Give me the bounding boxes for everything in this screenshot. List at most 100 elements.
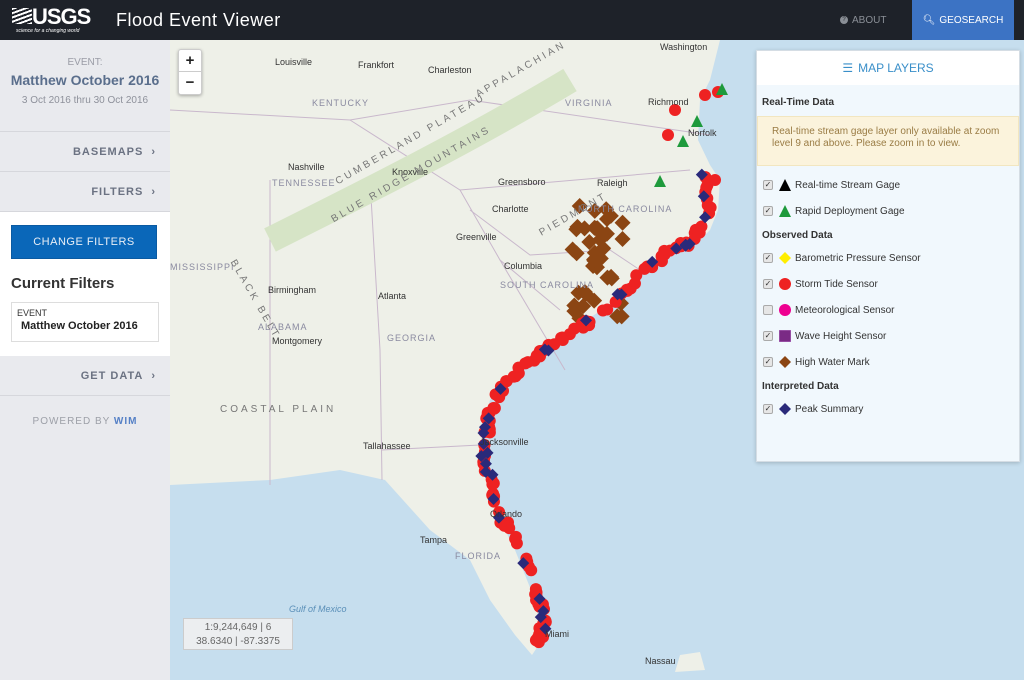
layer-label: Wave Height Sensor	[795, 330, 887, 342]
event-label: EVENT:	[67, 57, 103, 68]
usgs-logo[interactable]: USGS science for a changing world	[8, 0, 98, 40]
diamond-symbol-icon	[779, 403, 791, 415]
storm-tide-sensor-marker[interactable]	[662, 129, 674, 141]
layer-item-high-water-mark[interactable]: ✓ High Water Mark	[757, 349, 1019, 375]
map-label: Nashville	[288, 162, 325, 172]
sidebar: EVENT: Matthew October 2016 3 Oct 2016 t…	[0, 40, 170, 680]
map-layers-title: MAP LAYERS	[858, 61, 934, 75]
zoom-in-button[interactable]: +	[179, 50, 201, 72]
storm-tide-sensor-marker[interactable]	[709, 174, 721, 186]
map-label: Raleigh	[597, 178, 628, 188]
storm-tide-sensor-marker[interactable]	[531, 632, 544, 645]
map-label: Greensboro	[498, 177, 546, 187]
layer-checkbox[interactable]: ✓	[763, 180, 773, 190]
layer-item-storm-tide-sensor[interactable]: ✓ Storm Tide Sensor	[757, 271, 1019, 297]
layer-checkbox[interactable]: ✓	[763, 253, 773, 263]
map-label: Richmond	[648, 97, 689, 107]
circle-symbol-icon	[779, 304, 791, 316]
change-filters-button[interactable]: CHANGE FILTERS	[11, 225, 157, 259]
search-icon: 🔍︎	[922, 14, 936, 26]
map-label: Nassau	[645, 656, 676, 666]
storm-tide-sensor-marker[interactable]	[509, 530, 522, 543]
top-bar: USGS science for a changing world Flood E…	[0, 0, 1024, 40]
layer-item-peak-summary[interactable]: ✓ Peak Summary	[757, 396, 1019, 422]
layer-checkbox[interactable]: ✓	[763, 404, 773, 414]
map-label: Jacksonville	[480, 437, 529, 447]
chevron-right-icon: ›	[151, 185, 156, 198]
map-label: Orlando	[490, 509, 523, 519]
zoom-control: + −	[178, 49, 202, 95]
map-label: Atlanta	[378, 291, 407, 301]
basemaps-toggle[interactable]: BASEMAPS ›	[0, 132, 170, 172]
filters-label: FILTERS	[91, 185, 144, 198]
triangle-symbol-icon	[779, 179, 791, 191]
map-label: Tampa	[420, 535, 448, 545]
layer-label: Meteorological Sensor	[795, 304, 895, 316]
map-label: Miami	[545, 629, 569, 639]
map-label: KENTUCKY	[312, 98, 370, 108]
zoom-out-button[interactable]: −	[179, 72, 201, 94]
geosearch-button[interactable]: 🔍︎ GEOSEARCH	[912, 0, 1014, 40]
map-label: Birmingham	[268, 285, 317, 295]
realtime-title: Real-Time Data	[762, 97, 835, 108]
circle-symbol-icon	[779, 278, 791, 290]
storm-tide-sensor-marker[interactable]	[488, 402, 501, 415]
filter-key: EVENT	[17, 308, 48, 318]
storm-tide-sensor-marker[interactable]	[699, 89, 711, 101]
layer-item-meteorological-sensor[interactable]: Meteorological Sensor	[757, 297, 1019, 323]
layer-item-real-time-stream-gage[interactable]: ✓ Real-time Stream Gage	[757, 172, 1019, 198]
map-label: Frankfort	[358, 60, 395, 70]
layer-checkbox[interactable]	[763, 305, 773, 315]
layer-label: Rapid Deployment Gage	[795, 205, 905, 217]
storm-tide-sensor-marker[interactable]	[596, 304, 609, 317]
layer-item-wave-height-sensor[interactable]: ✓ Wave Height Sensor	[757, 323, 1019, 349]
chevron-right-icon: ›	[151, 369, 156, 382]
storm-tide-sensor-marker[interactable]	[512, 367, 525, 380]
map-layers-header[interactable]: ☰ MAP LAYERS	[757, 51, 1019, 85]
map-label: Norfolk	[688, 128, 717, 138]
filter-event-box: EVENT Matthew October 2016	[11, 302, 159, 342]
coords-readout: 38.6340 | -87.3375	[196, 636, 280, 647]
event-info: EVENT: Matthew October 2016 3 Oct 2016 t…	[0, 40, 170, 132]
map-label: Louisville	[275, 57, 313, 67]
map-layers-panel: ☰ MAP LAYERS Real-Time Data Real-time str…	[756, 50, 1020, 462]
layer-label: Peak Summary	[795, 403, 864, 415]
storm-tide-sensor-marker[interactable]	[655, 255, 668, 268]
map-label: Tallahassee	[363, 441, 411, 451]
chevron-right-icon: ›	[151, 145, 156, 158]
layer-checkbox[interactable]: ✓	[763, 331, 773, 341]
basemaps-label: BASEMAPS	[72, 145, 144, 158]
list-icon: ☰	[842, 61, 854, 75]
storm-tide-sensor-marker[interactable]	[568, 322, 581, 335]
wim-link[interactable]: WIM	[114, 416, 138, 427]
storm-tide-sensor-marker[interactable]	[519, 357, 532, 370]
app-title: Flood Event Viewer	[116, 9, 281, 30]
layer-checkbox[interactable]: ✓	[763, 279, 773, 289]
map-label: Montgomery	[272, 336, 323, 346]
layer-checkbox[interactable]: ✓	[763, 206, 773, 216]
zoom-warning: Real-time stream gage layer only availab…	[757, 116, 1019, 166]
storm-tide-sensor-marker[interactable]	[693, 226, 706, 239]
event-dates: 3 Oct 2016 thru 30 Oct 2016	[21, 95, 149, 106]
filters-toggle[interactable]: FILTERS ›	[0, 172, 170, 212]
interpreted-title: Interpreted Data	[762, 381, 839, 392]
geosearch-label: GEOSEARCH	[939, 14, 1004, 26]
about-button[interactable]: ? ABOUT	[840, 0, 886, 40]
scale-readout: 1:9,244,649 | 6	[204, 622, 272, 633]
event-name: Matthew October 2016	[10, 72, 160, 88]
map-label: Charlotte	[492, 204, 529, 214]
filter-value: Matthew October 2016	[21, 320, 138, 332]
layer-item-rapid-deployment-gage[interactable]: ✓ Rapid Deployment Gage	[757, 198, 1019, 224]
map-label: Greenville	[456, 232, 497, 242]
layer-label: Real-time Stream Gage	[795, 179, 901, 191]
triangle-symbol-icon	[779, 205, 791, 217]
square-symbol-icon	[778, 329, 792, 343]
get-data-label: GET DATA	[80, 369, 144, 382]
layer-label: Storm Tide Sensor	[795, 278, 878, 290]
about-label: ABOUT	[852, 14, 887, 26]
layer-checkbox[interactable]: ✓	[763, 357, 773, 367]
observed-title: Observed Data	[762, 230, 833, 241]
filters-panel: CHANGE FILTERS Current Filters EVENT Mat…	[0, 212, 170, 356]
get-data-toggle[interactable]: GET DATA ›	[0, 356, 170, 396]
layer-item-barometric-pressure-sensor[interactable]: ✓ Barometric Pressure Sensor	[757, 245, 1019, 271]
